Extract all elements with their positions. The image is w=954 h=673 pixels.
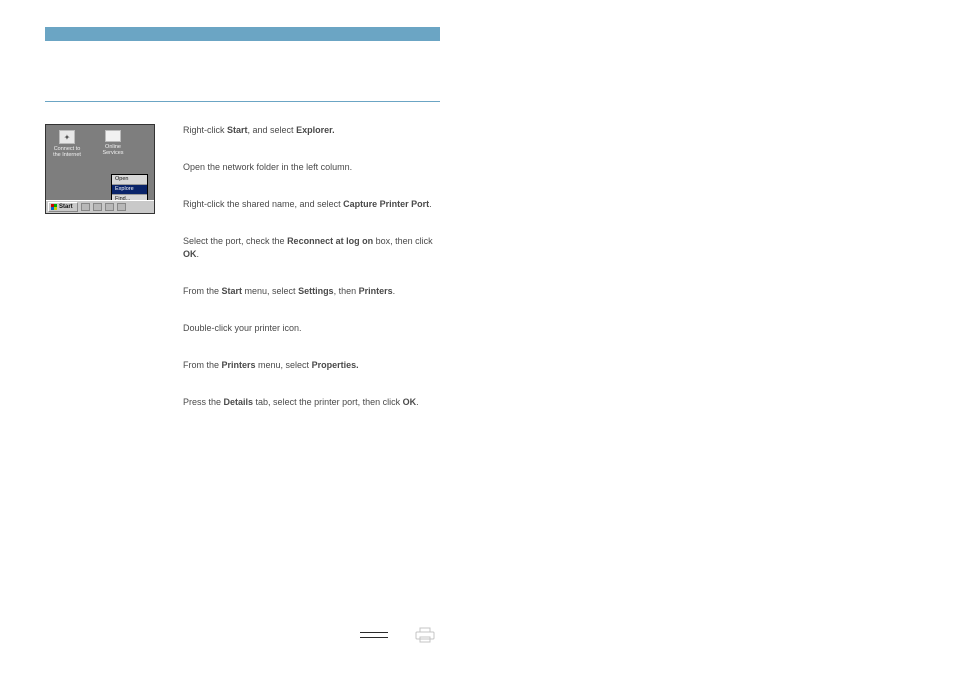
start-button: Start <box>48 202 78 212</box>
taskbar: Start <box>46 200 154 213</box>
bold-term: Start <box>222 286 243 296</box>
desktop-icon-label: Connect to the Internet <box>50 146 84 158</box>
instruction-step: Right-click Start, and select Explorer. <box>183 124 437 137</box>
bold-term: Reconnect at log on <box>287 236 373 246</box>
bold-term: Start <box>227 125 248 135</box>
bold-term: OK <box>183 249 197 259</box>
desktop-icon-connect: ✦ Connect to the Internet <box>50 130 84 158</box>
instruction-step: From the Printers menu, select Propertie… <box>183 359 437 372</box>
windows-flag-icon <box>51 204 57 210</box>
bold-term: Details <box>224 397 254 407</box>
bold-term: OK <box>403 397 417 407</box>
instruction-step: Double-click your printer icon. <box>183 322 437 335</box>
desktop-screenshot: ✦ Connect to the Internet Online Service… <box>45 124 155 214</box>
bold-term: Explorer. <box>296 125 335 135</box>
bold-term: Printers <box>222 360 256 370</box>
bold-term: Properties. <box>312 360 359 370</box>
instruction-step: Open the network folder in the left colu… <box>183 161 437 174</box>
context-menu-item-open: Open <box>112 175 147 185</box>
quick-launch-icon <box>81 203 90 211</box>
header-bar <box>45 27 440 41</box>
instruction-step: Press the Details tab, select the printe… <box>183 396 437 409</box>
start-button-label: Start <box>59 204 73 210</box>
bold-term: Printers <box>359 286 393 296</box>
instruction-step: Right-click the shared name, and select … <box>183 198 437 211</box>
horizontal-rule <box>45 101 440 102</box>
quick-launch-icon <box>105 203 114 211</box>
context-menu-item-explore: Explore <box>112 185 147 195</box>
desktop-icon-label: Online Services <box>96 144 130 156</box>
quick-launch-icon <box>117 203 126 211</box>
bold-term: Settings <box>298 286 334 296</box>
document-page: ✦ Connect to the Internet Online Service… <box>45 27 440 433</box>
instruction-step: From the Start menu, select Settings, th… <box>183 285 437 298</box>
printer-icon <box>414 626 436 647</box>
page-footer <box>360 626 436 647</box>
desktop-icon-online-services: Online Services <box>96 130 130 158</box>
instruction-step: Select the port, check the Reconnect at … <box>183 235 437 261</box>
instruction-steps: Right-click Start, and select Explorer. O… <box>183 124 437 433</box>
bold-term: Capture Printer Port <box>343 199 429 209</box>
desktop-icons: ✦ Connect to the Internet Online Service… <box>46 125 154 158</box>
footer-rule-stack <box>360 632 388 642</box>
globe-icon: ✦ <box>59 130 75 144</box>
quick-launch <box>81 203 126 211</box>
quick-launch-icon <box>93 203 102 211</box>
content-row: ✦ Connect to the Internet Online Service… <box>45 124 440 433</box>
folder-icon <box>105 130 121 142</box>
